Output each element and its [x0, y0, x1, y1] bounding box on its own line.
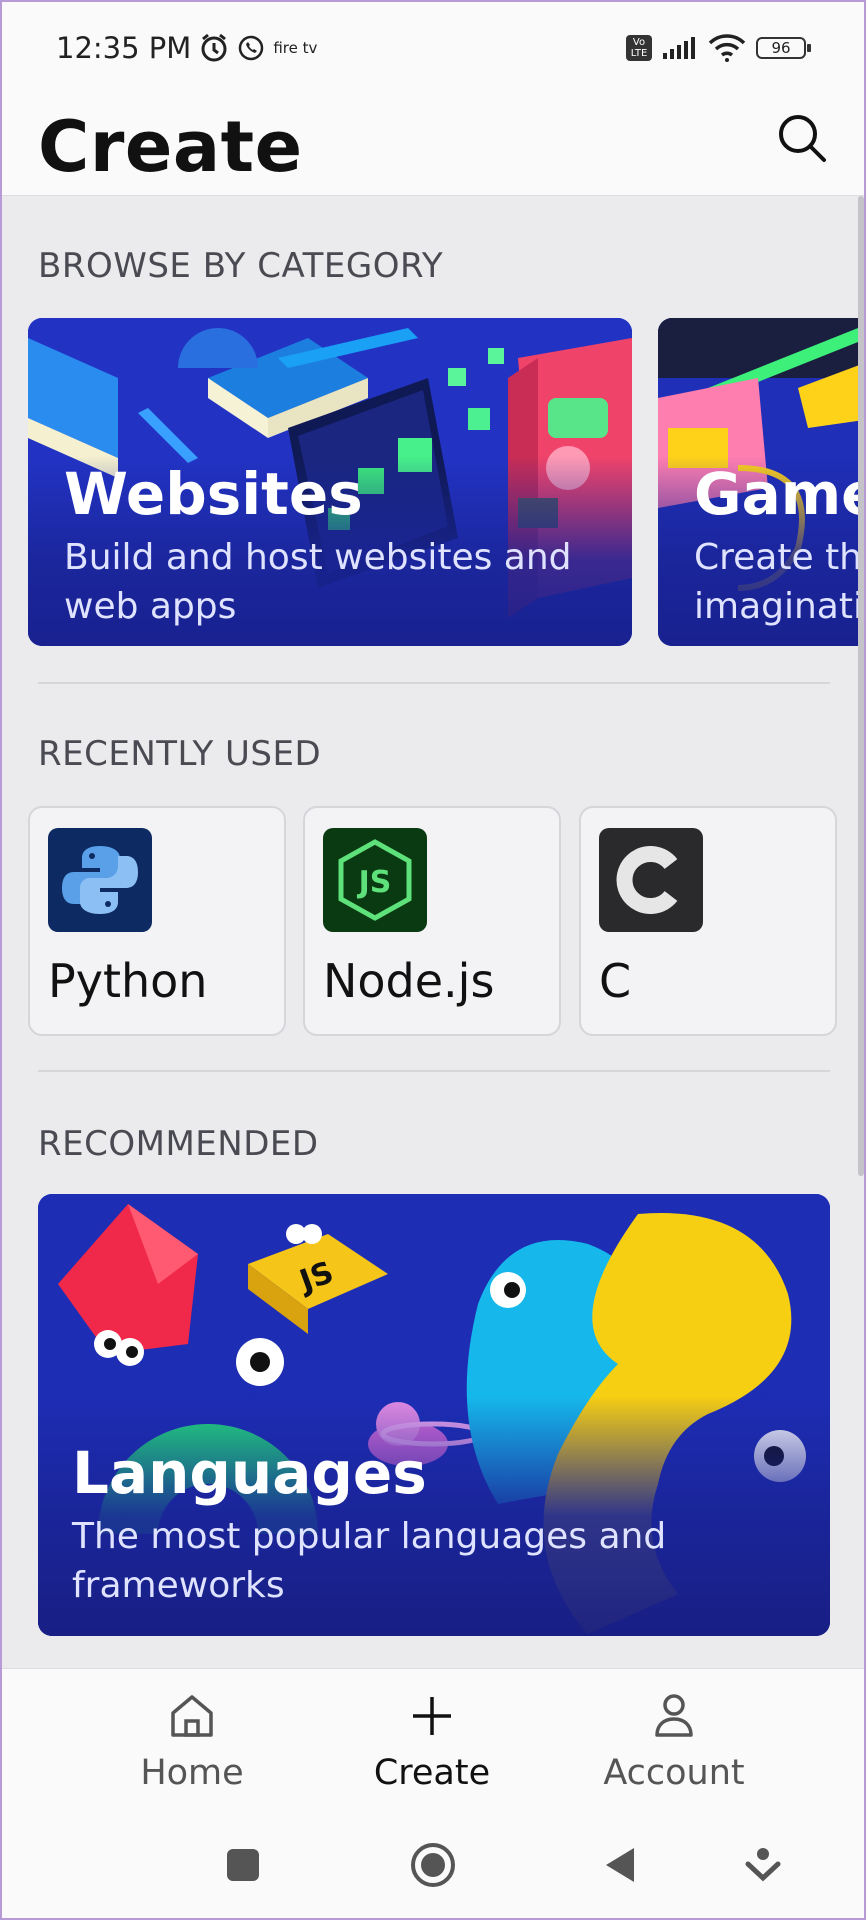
- recent-item-label: Node.js: [323, 954, 495, 1008]
- home-icon: [171, 1695, 213, 1737]
- nav-create-label: Create: [373, 1753, 491, 1793]
- page-title: Create: [38, 106, 303, 188]
- c-language-icon: [599, 828, 703, 932]
- circle-icon: [411, 1843, 455, 1887]
- square-icon: [227, 1849, 259, 1881]
- recent-item-label: Python: [48, 954, 208, 1008]
- status-bar: 12:35 PM fire tv Vo LTE 96: [0, 0, 866, 96]
- assistant-icon: [745, 1848, 781, 1882]
- category-title: Websites: [64, 460, 363, 528]
- assistant-button[interactable]: [738, 1840, 788, 1890]
- nodejs-icon: JS: [323, 828, 427, 932]
- wifi-icon: [708, 34, 746, 62]
- back-triangle-icon: [606, 1848, 634, 1882]
- python-icon: [48, 828, 152, 932]
- signal-icon: [662, 36, 698, 60]
- nav-home[interactable]: Home: [82, 1669, 302, 1809]
- recent-item-python[interactable]: Python: [28, 806, 286, 1036]
- category-card-games[interactable]: Games Create the games of your imaginati…: [658, 318, 866, 646]
- plus-icon: [413, 1697, 451, 1735]
- recommended-section-label: RECOMMENDED: [38, 1124, 319, 1164]
- bottom-nav: Home Create Account: [0, 1668, 866, 1808]
- nav-home-label: Home: [140, 1753, 244, 1793]
- system-nav-bar: [0, 1808, 866, 1920]
- home-system-button[interactable]: [408, 1840, 458, 1890]
- svg-text:JS: JS: [357, 865, 392, 900]
- app-header: Create: [0, 96, 866, 196]
- person-icon: [655, 1694, 693, 1737]
- nav-account[interactable]: Account: [564, 1669, 784, 1809]
- status-right: Vo LTE 96: [626, 34, 811, 62]
- search-icon: [779, 115, 826, 162]
- volte-icon: Vo LTE: [626, 35, 652, 61]
- search-button[interactable]: [776, 112, 828, 164]
- divider: [38, 1070, 830, 1072]
- status-time: 12:35 PM: [56, 31, 192, 65]
- battery-icon: 96: [756, 37, 811, 59]
- back-button[interactable]: [598, 1840, 648, 1890]
- browse-section-label: BROWSE BY CATEGORY: [38, 246, 444, 286]
- recommended-card-languages[interactable]: JS Languages The most popular languages …: [38, 1194, 830, 1636]
- category-card-websites[interactable]: Websites Build and host websites and web…: [28, 318, 632, 646]
- category-description: Create the games of your imagination: [694, 537, 866, 627]
- recent-section-label: RECENTLY USED: [38, 734, 322, 774]
- divider: [38, 682, 830, 684]
- nav-account-label: Account: [603, 1753, 745, 1793]
- recent-item-c[interactable]: C: [579, 806, 837, 1036]
- category-description: Build and host websites and web apps: [64, 537, 572, 627]
- recent-item-label: C: [599, 954, 632, 1008]
- scrollbar[interactable]: [858, 196, 864, 1176]
- category-title: Games: [694, 460, 866, 528]
- recent-item-nodejs[interactable]: JS Node.js: [303, 806, 561, 1036]
- whatsapp-icon: [237, 34, 265, 62]
- alarm-icon: [199, 33, 229, 63]
- nav-create[interactable]: Create: [322, 1669, 542, 1809]
- firetv-icon: fire tv: [273, 38, 318, 57]
- status-left: 12:35 PM fire tv: [56, 31, 317, 65]
- recents-button[interactable]: [218, 1840, 268, 1890]
- recommended-title: Languages: [72, 1439, 427, 1507]
- recommended-description: The most popular languages and framework…: [72, 1516, 667, 1606]
